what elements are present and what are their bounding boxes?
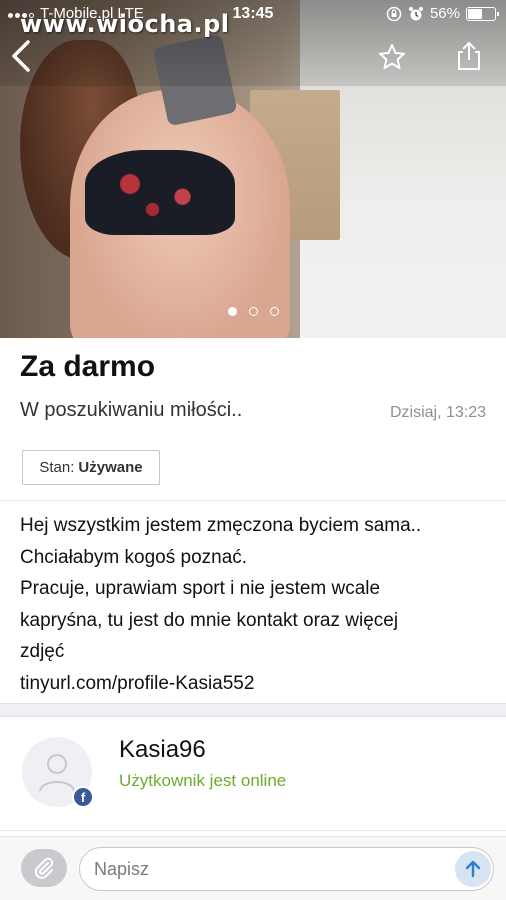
attach-button[interactable] [21,849,67,887]
seller-name[interactable]: Kasia96 [119,736,206,764]
section-separator [0,703,506,717]
message-composer [0,836,506,900]
description-link: tinyurl.com/profile-Kasia552 [20,672,255,694]
message-input[interactable] [79,847,494,891]
orientation-lock-icon [386,6,402,21]
alarm-icon [408,6,423,20]
description-line: Hej wszystkim jestem zmęczona byciem sam… [20,515,422,536]
chevron-left-icon [12,40,30,72]
description-line: Chciałabym kogoś poznać. [20,546,248,568]
listing-title: Za darmo [20,350,156,383]
listing-date: Dzisiaj, 13:23 [389,404,486,421]
description-line: Pracuje, uprawiam sport i nie jestem wca… [20,578,381,599]
gallery-pager[interactable] [0,307,506,316]
divider [0,830,506,831]
send-button[interactable] [455,851,491,887]
seller-online-status: Użytkownik jest online [119,771,287,790]
back-button[interactable] [8,38,38,74]
facebook-badge-icon: f [72,786,94,808]
battery-percent: 56% [429,5,460,22]
description-line: zdjęć [20,641,65,662]
listing-description: Hej wszystkim jestem zmęczona byciem sam… [20,510,490,699]
star-icon [379,44,405,69]
condition-badge: Stan: Używane [22,450,160,485]
description-line: kapryśna, tu jest do mnie kontakt oraz w… [20,609,399,631]
pager-dot[interactable] [269,307,279,316]
condition-label: Stan: [39,459,75,476]
paperclip-icon [34,857,54,879]
photo-clothing [85,150,235,235]
battery-icon [466,6,499,21]
divider [0,500,506,501]
share-button[interactable] [454,40,484,72]
condition-value: Używane [78,459,143,476]
listing-subtitle: W poszukiwaniu miłości.. [20,399,243,421]
user-icon [39,754,75,792]
pager-dot[interactable] [227,307,237,316]
listing-photo[interactable] [0,0,506,338]
favorite-button[interactable] [377,42,407,72]
pager-dot[interactable] [248,307,258,316]
status-right: 56% [386,5,499,22]
share-icon [458,42,480,70]
arrow-up-icon [465,860,481,878]
watermark: www.wiocha.pl [20,10,230,38]
